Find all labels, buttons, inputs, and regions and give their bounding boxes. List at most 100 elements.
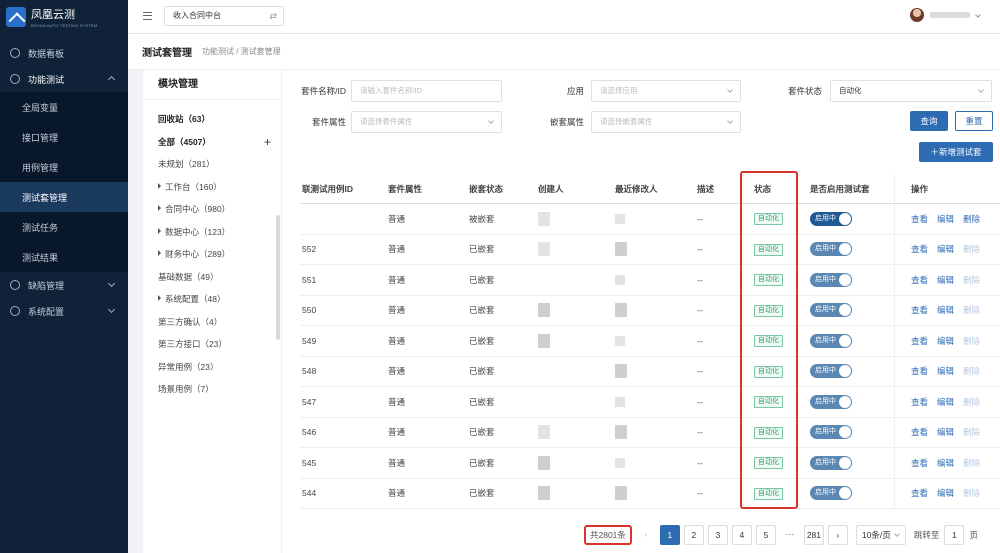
page-button[interactable]: 4: [731, 525, 752, 545]
delete-button[interactable]: 删除: [963, 213, 980, 225]
sidebar-item-defects[interactable]: 缺陷管理: [0, 272, 128, 298]
table-row[interactable]: 552 普通 已嵌套 -- 自动化 启用中 查看 编辑 删除: [300, 234, 1000, 265]
add-module-icon[interactable]: +: [264, 131, 271, 154]
tree-node[interactable]: 第三方接口（23）: [143, 333, 281, 356]
enable-toggle[interactable]: 启用中: [810, 272, 852, 287]
table-row[interactable]: 普通 被嵌套 -- 自动化 启用中 查看 编辑 删除: [300, 204, 1000, 235]
prev-page-button[interactable]: ‹: [635, 525, 656, 545]
view-button[interactable]: 查看: [911, 457, 928, 469]
view-button[interactable]: 查看: [911, 213, 928, 225]
page-button[interactable]: 2: [683, 525, 704, 545]
more-pages-button[interactable]: ···: [779, 525, 800, 545]
page-button[interactable]: 3: [707, 525, 728, 545]
table-row[interactable]: 546 普通 已嵌套 -- 自动化 启用中 查看 编辑 删除: [300, 417, 1000, 448]
edit-button[interactable]: 编辑: [937, 365, 954, 377]
sidebar-item-dashboard[interactable]: 数据看板: [0, 40, 128, 66]
cell-creator: [538, 211, 615, 226]
table-row[interactable]: 544 普通 已嵌套 -- 自动化 启用中 查看 编辑 删除: [300, 478, 1000, 509]
caret-right-icon[interactable]: [158, 227, 161, 234]
edit-button[interactable]: 编辑: [937, 243, 954, 255]
cell-creator: [538, 486, 615, 501]
view-button[interactable]: 查看: [911, 304, 928, 316]
sidebar-subitem-api-management[interactable]: 接口管理: [0, 122, 128, 152]
bug-icon: [10, 280, 20, 290]
caret-right-icon[interactable]: [158, 295, 161, 301]
tree-node[interactable]: 回收站（63）: [143, 108, 281, 131]
cell-creator: [538, 303, 615, 318]
suite-attr-select[interactable]: 请选择套件属性: [351, 111, 502, 133]
view-button[interactable]: 查看: [911, 243, 928, 255]
table-row[interactable]: 548 普通 已嵌套 -- 自动化 启用中 查看 编辑 删除: [300, 356, 1000, 387]
enable-toggle[interactable]: 启用中: [810, 211, 852, 226]
caret-right-icon[interactable]: [158, 205, 161, 211]
sidebar-subitem-global-vars[interactable]: 全局变量: [0, 92, 128, 122]
jump-input[interactable]: 1: [944, 525, 965, 545]
tree-node[interactable]: 基础数据（49）: [143, 266, 281, 289]
view-button[interactable]: 查看: [911, 335, 928, 347]
project-select[interactable]: 收入合同中台 ⇄: [164, 6, 284, 26]
enable-toggle[interactable]: 启用中: [810, 425, 852, 440]
nest-attr-select[interactable]: 请选择嵌套属性: [591, 111, 741, 133]
tree-node[interactable]: 财务中心（289）: [143, 243, 281, 266]
enable-toggle[interactable]: 启用中: [810, 303, 852, 318]
user-menu[interactable]: [910, 8, 981, 22]
table-row[interactable]: 549 普通 已嵌套 -- 自动化 启用中 查看 编辑 删除: [300, 326, 1000, 357]
reset-button[interactable]: 重置: [955, 111, 993, 131]
tree-scrollbar[interactable]: [276, 215, 280, 340]
app-select[interactable]: 请选择应用: [591, 80, 741, 102]
edit-button[interactable]: 编辑: [937, 213, 954, 225]
sidebar-subitem-suite-management[interactable]: 测试套管理: [0, 182, 128, 212]
tree-node[interactable]: 异常用例（23）: [143, 356, 281, 379]
enable-toggle[interactable]: 启用中: [810, 364, 852, 379]
enable-toggle[interactable]: 启用中: [810, 394, 852, 409]
view-button[interactable]: 查看: [911, 426, 928, 438]
tree-node[interactable]: 未规划（281）: [143, 153, 281, 176]
edit-button[interactable]: 编辑: [937, 396, 954, 408]
caret-right-icon[interactable]: [158, 182, 161, 189]
sidebar-subitem-case-management[interactable]: 用例管理: [0, 152, 128, 182]
page-button[interactable]: 5: [755, 525, 776, 545]
page-button[interactable]: 1: [659, 525, 680, 545]
edit-button[interactable]: 编辑: [937, 457, 954, 469]
enable-toggle[interactable]: 启用中: [810, 455, 852, 470]
enable-toggle[interactable]: 启用中: [810, 333, 852, 348]
tree-node[interactable]: 场景用例（7）: [143, 378, 281, 401]
view-button[interactable]: 查看: [911, 274, 928, 286]
edit-button[interactable]: 编辑: [937, 304, 954, 316]
page-button-last[interactable]: 281: [803, 525, 824, 545]
sidebar-item-functional-test[interactable]: 功能测试: [0, 66, 128, 92]
enable-toggle[interactable]: 启用中: [810, 486, 852, 501]
view-button[interactable]: 查看: [911, 487, 928, 499]
table-row[interactable]: 545 普通 已嵌套 -- 自动化 启用中 查看 编辑 删除: [300, 448, 1000, 479]
view-button[interactable]: 查看: [911, 365, 928, 377]
sidebar-subitem-test-results[interactable]: 测试结果: [0, 242, 128, 272]
table-row[interactable]: 547 普通 已嵌套 -- 自动化 启用中 查看 编辑 删除: [300, 387, 1000, 418]
menu-toggle-icon[interactable]: [143, 12, 152, 20]
table-row[interactable]: 550 普通 已嵌套 -- 自动化 启用中 查看 编辑 删除: [300, 295, 1000, 326]
view-button[interactable]: 查看: [911, 396, 928, 408]
logo[interactable]: 凤凰云测 BOYAN AUTO TESTING SYSTEM: [0, 0, 128, 34]
add-suite-button[interactable]: ＋新增测试套: [919, 142, 993, 162]
tree-node[interactable]: 合同中心（980）: [143, 198, 281, 221]
table-row[interactable]: 551 普通 已嵌套 -- 自动化 启用中 查看 编辑 删除: [300, 265, 1000, 296]
edit-button[interactable]: 编辑: [937, 274, 954, 286]
query-button[interactable]: 查询: [910, 111, 948, 131]
edit-button[interactable]: 编辑: [937, 487, 954, 499]
enable-toggle[interactable]: 启用中: [810, 242, 852, 257]
next-page-button[interactable]: ›: [827, 525, 848, 545]
tree-node[interactable]: 系统配置（48）: [143, 288, 281, 311]
sidebar-subitem-test-tasks[interactable]: 测试任务: [0, 212, 128, 242]
sidebar-item-system-config[interactable]: 系统配置: [0, 298, 128, 324]
tree-node[interactable]: 全部（4507） +: [143, 131, 281, 154]
tree-node[interactable]: 第三方确认（4）: [143, 311, 281, 334]
tree-node-label: 财务中心（289）: [165, 249, 231, 259]
page-size-select[interactable]: 10条/页: [855, 525, 906, 545]
edit-button[interactable]: 编辑: [937, 335, 954, 347]
tree-node[interactable]: 数据中心（123）: [143, 221, 281, 244]
tree-node[interactable]: 工作台（160）: [143, 176, 281, 199]
chevron-down-icon: [727, 87, 733, 93]
suite-name-input[interactable]: 请输入套件名称/ID: [351, 80, 502, 102]
caret-right-icon[interactable]: [158, 250, 161, 256]
edit-button[interactable]: 编辑: [937, 426, 954, 438]
suite-status-select[interactable]: 自动化: [830, 80, 992, 102]
